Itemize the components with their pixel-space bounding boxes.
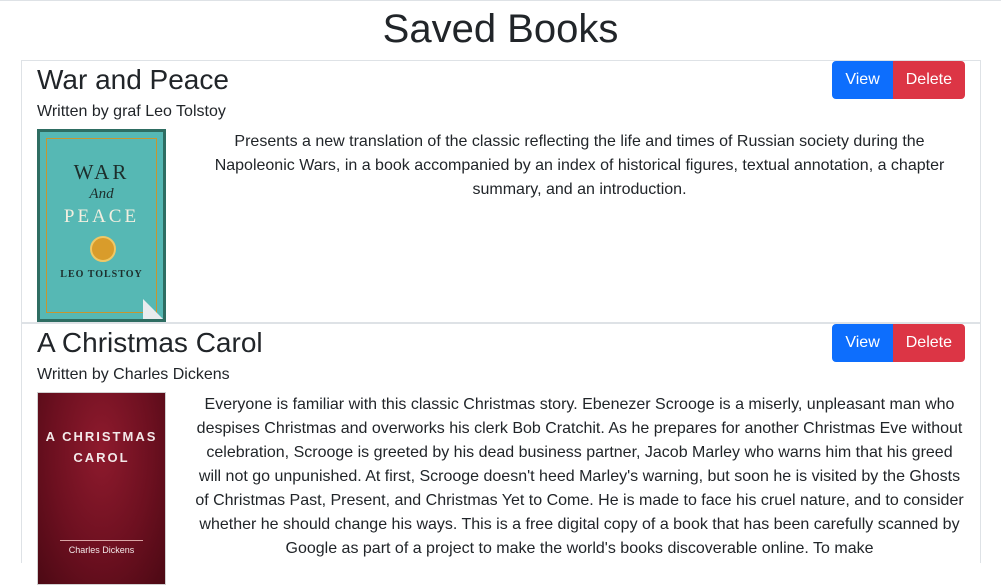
book-author: Written by Charles Dickens	[37, 366, 230, 383]
book-actions: View Delete	[832, 324, 965, 362]
view-button[interactable]: View	[832, 61, 893, 99]
book-card: A Christmas Carol View Delete Written by…	[21, 323, 981, 585]
delete-button[interactable]: Delete	[892, 324, 965, 362]
book-description: Everyone is familiar with this classic C…	[195, 396, 964, 557]
cover-author: Charles Dickens	[68, 545, 135, 555]
page-title: Saved Books	[382, 7, 619, 51]
cover-title-line: And	[89, 186, 114, 202]
book-title: A Christmas Carol	[37, 327, 263, 358]
page-curl-icon	[143, 299, 163, 319]
cover-title-line: A CHRISTMAS	[45, 429, 158, 444]
delete-button[interactable]: Delete	[892, 61, 965, 99]
view-button[interactable]: View	[832, 324, 893, 362]
cover-divider	[60, 540, 143, 541]
book-actions: View Delete	[832, 61, 965, 99]
cover-author: LEO TOLSTOY	[60, 269, 143, 280]
cover-title-line: PEACE	[63, 206, 140, 227]
book-description: Presents a new translation of the classi…	[214, 133, 945, 198]
cover-title-line: CAROL	[73, 450, 130, 465]
book-author: Written by graf Leo Tolstoy	[37, 103, 226, 120]
saved-books-list: War and Peace View Delete Written by gra…	[21, 60, 981, 585]
book-cover-image: A CHRISTMAS CAROL Charles Dickens	[37, 392, 166, 585]
book-cover-image: WAR And PEACE LEO TOLSTOY	[37, 129, 166, 322]
book-card: War and Peace View Delete Written by gra…	[21, 60, 981, 323]
cover-emblem-icon	[90, 236, 116, 262]
book-title: War and Peace	[37, 64, 229, 95]
cover-title-line: WAR	[73, 160, 130, 184]
